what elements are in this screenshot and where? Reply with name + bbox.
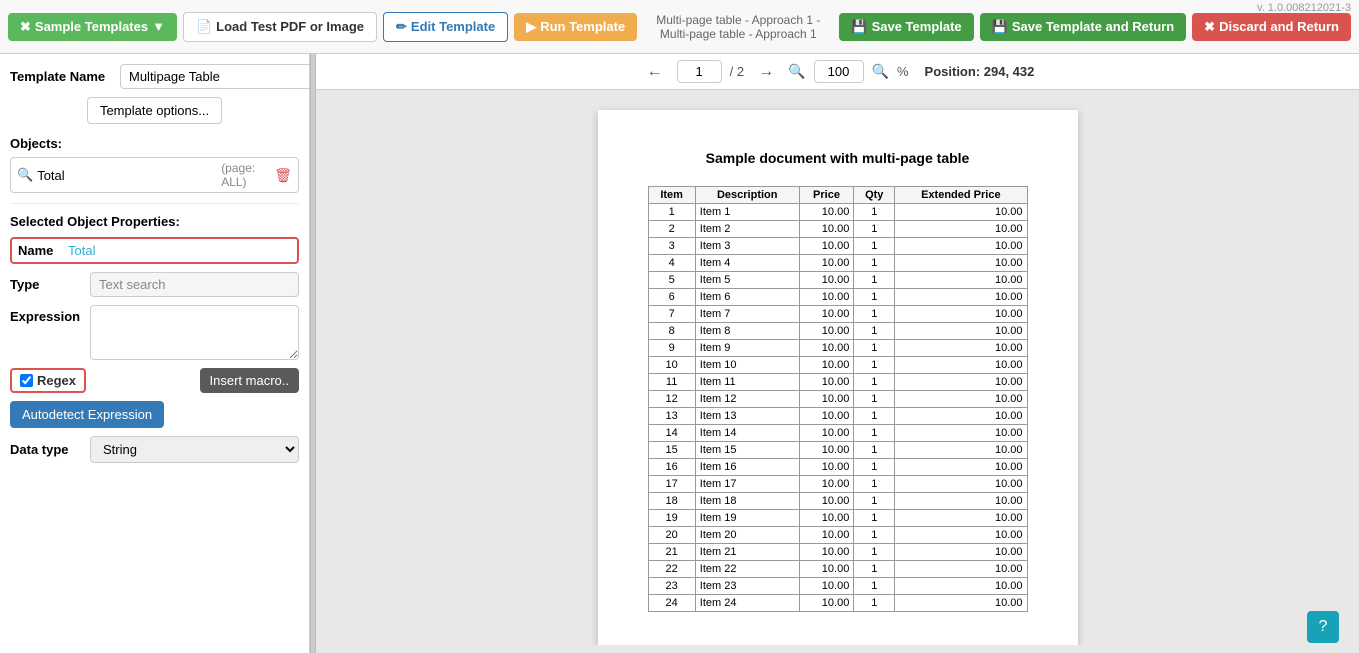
search-bar: 🔍 (page: ALL) 🗑 [10,157,299,193]
table-row: 16Item 1610.00110.00 [648,459,1027,476]
star-icon: ✖ [20,19,31,35]
table-row: 22Item 2210.00110.00 [648,561,1027,578]
play-icon: ▶ [526,19,536,35]
table-row: 7Item 710.00110.00 [648,306,1027,323]
prev-page-button[interactable]: ← [641,61,669,83]
upload-icon: 📄 [196,19,212,35]
save-return-button[interactable]: 💾 Save Template and Return [980,13,1187,41]
table-row: 13Item 1310.00110.00 [648,408,1027,425]
zoom-pct-label: % [897,64,909,79]
expression-label: Expression [10,309,90,324]
topbar: ✖ Sample Templates ▼ 📄 Load Test PDF or … [0,0,1359,54]
discard-icon: ✖ [1204,19,1215,35]
main-layout: Template Name Template options... Object… [0,54,1359,653]
insert-macro-button[interactable]: Insert macro.. [200,368,299,393]
left-panel: Template Name Template options... Object… [0,54,310,653]
table-header-row: ItemDescriptionPriceQtyExtended Price [648,187,1027,204]
table-row: 11Item 1110.00110.00 [648,374,1027,391]
table-row: 5Item 510.00110.00 [648,272,1027,289]
template-options-button[interactable]: Template options... [87,97,222,124]
save-template-button[interactable]: 💾 Save Template [839,13,973,41]
zoom-in-icon[interactable]: 🔍 [872,63,889,80]
table-row: 21Item 2110.00110.00 [648,544,1027,561]
name-field-row: Name [10,237,299,264]
datatype-label: Data type [10,442,90,457]
topbar-title: Multi-page table - Approach 1 - Multi-pa… [643,13,833,41]
datatype-row: Data type String Number Date [10,436,299,463]
search-badge: (page: ALL) [221,161,270,189]
pdf-area[interactable]: Sample document with multi-page table It… [316,90,1359,645]
type-value: Text search [90,272,299,297]
edit-template-button[interactable]: ✏ Edit Template [383,12,508,42]
table-row: 20Item 2010.00110.00 [648,527,1027,544]
table-row: 1Item 110.00110.00 [648,204,1027,221]
expression-row: Expression [10,305,299,360]
regex-row: Regex Insert macro.. [10,368,299,393]
table-row: 9Item 910.00110.00 [648,340,1027,357]
pdf-page: Sample document with multi-page table It… [598,110,1078,645]
right-buttons: 💾 Save Template 💾 Save Template and Retu… [839,13,1351,41]
type-label: Type [10,277,90,292]
table-row: 3Item 310.00110.00 [648,238,1027,255]
zoom-out-icon[interactable]: 🔍 [788,63,805,80]
template-name-input[interactable] [120,64,310,89]
next-page-button[interactable]: → [752,61,780,83]
table-row: 14Item 1410.00110.00 [648,425,1027,442]
zoom-input[interactable] [814,60,864,83]
regex-checkbox[interactable] [20,374,33,387]
save-icon: 💾 [851,19,867,35]
template-name-row: Template Name [10,64,299,89]
table-row: 4Item 410.00110.00 [648,255,1027,272]
help-button[interactable]: ? [1307,611,1339,643]
search-icon: 🔍 [17,167,33,183]
objects-label: Objects: [10,136,299,151]
table-row: 6Item 610.00110.00 [648,289,1027,306]
table-row: 12Item 1210.00110.00 [648,391,1027,408]
page-input[interactable] [677,60,722,83]
pdf-table: ItemDescriptionPriceQtyExtended Price 1I… [648,186,1028,612]
table-row: 8Item 810.00110.00 [648,323,1027,340]
pdf-table-body: 1Item 110.00110.002Item 210.00110.003Ite… [648,204,1027,612]
datatype-select[interactable]: String Number Date [90,436,299,463]
save-return-icon: 💾 [992,19,1008,35]
pdf-table-header: ItemDescriptionPriceQtyExtended Price [648,187,1027,204]
autodetect-button[interactable]: Autodetect Expression [10,401,164,428]
edit-icon: ✏ [396,19,407,35]
table-row: 23Item 2310.00110.00 [648,578,1027,595]
table-row: 24Item 2410.00110.00 [648,595,1027,612]
name-label: Name [18,243,68,258]
pdf-document-title: Sample document with multi-page table [648,150,1028,166]
table-row: 17Item 1710.00110.00 [648,476,1027,493]
selected-props-label: Selected Object Properties: [10,214,299,229]
regex-checkbox-wrapper[interactable]: Regex [10,368,86,393]
name-input[interactable] [68,243,291,258]
run-template-button[interactable]: ▶ Run Template [514,13,637,41]
table-row: 18Item 1810.00110.00 [648,493,1027,510]
version-label: v. 1.0.008212021-3 [1257,2,1351,14]
dropdown-arrow-icon: ▼ [152,19,165,34]
divider-1 [10,203,299,204]
search-input[interactable] [37,168,213,183]
table-row: 15Item 1510.00110.00 [648,442,1027,459]
position-label: Position: 294, 432 [925,64,1035,79]
regex-label[interactable]: Regex [37,373,76,388]
discard-return-button[interactable]: ✖ Discard and Return [1192,13,1351,41]
template-name-label: Template Name [10,69,120,84]
total-pages-label: / 2 [730,64,744,79]
table-row: 19Item 1910.00110.00 [648,510,1027,527]
delete-object-icon[interactable]: 🗑 [274,167,292,184]
table-row: 10Item 1010.00110.00 [648,357,1027,374]
nav-bar: ← / 2 → 🔍 🔍 % Position: 294, 432 [316,54,1359,90]
type-row: Type Text search [10,272,299,297]
expression-textarea[interactable] [90,305,299,360]
right-panel: ← / 2 → 🔍 🔍 % Position: 294, 432 Sample … [316,54,1359,653]
sample-templates-button[interactable]: ✖ Sample Templates ▼ [8,13,177,41]
table-row: 2Item 210.00110.00 [648,221,1027,238]
load-test-button[interactable]: 📄 Load Test PDF or Image [183,12,377,42]
